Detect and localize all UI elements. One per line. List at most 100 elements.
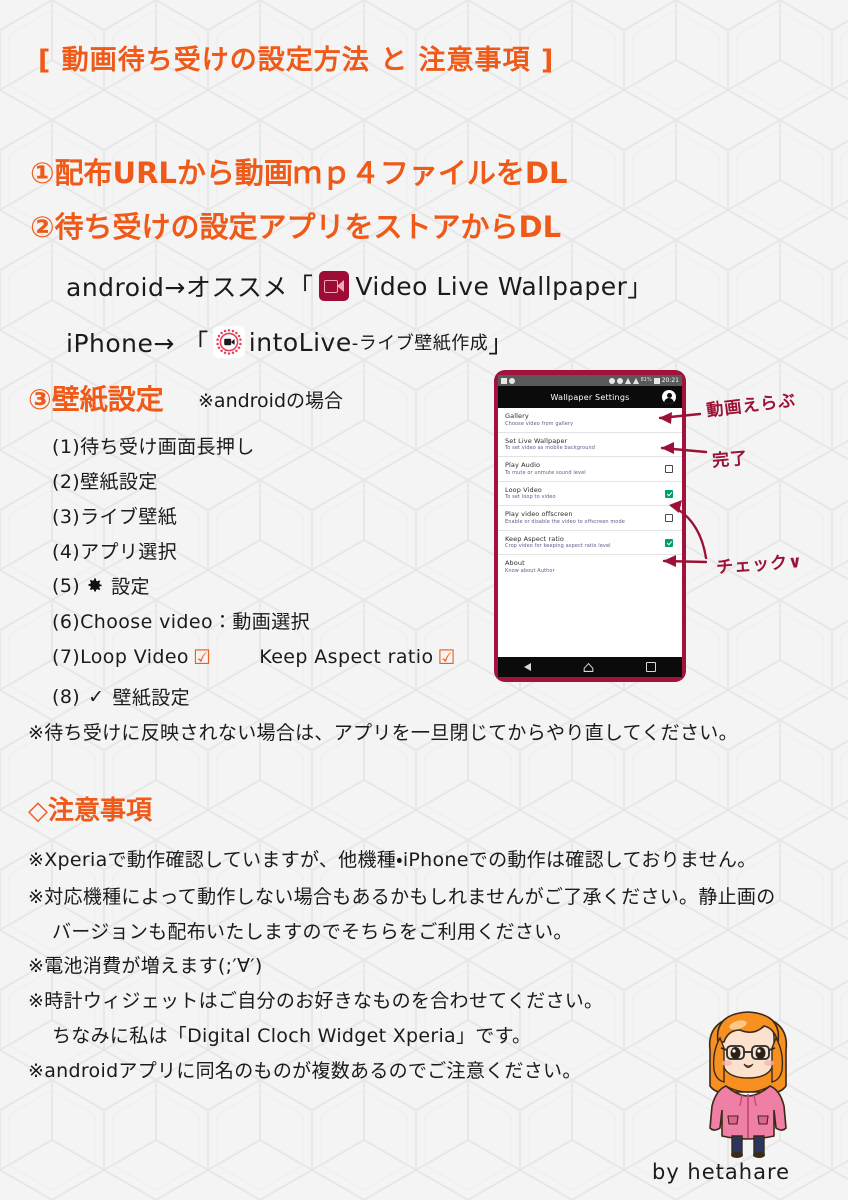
caution-line-3: バージョンも配布いたしますのでそちらをご利用ください。 [52,921,573,943]
iphone-app-name: intoLive [248,327,352,357]
setting-subtitle: Enable or disable the video to offscreen… [505,518,625,525]
phone-app-bar: Wallpaper Settings [498,386,682,408]
brightness-icon [608,377,615,384]
iphone-suffix-label: 」 [488,329,514,358]
setting-title: Play Audio [505,461,541,470]
back-icon[interactable] [524,663,531,671]
step-2-download-app: ②待ち受けの設定アプリをストアからDL [30,210,562,244]
loop-video-checkbox[interactable] [665,489,673,498]
setting-title: Gallery [505,412,529,420]
substep-7-keep-aspect-label: Keep Aspect ratio [259,646,434,668]
wifi-icon [624,377,631,384]
poster-canvas: [ 動画待ち受けの設定方法 と 注意事項 ] ①配布URLから動画ｍｐ４ファイル… [0,0,848,1200]
substep-8-label: 壁紙設定 [112,687,191,709]
substep-7-loop-video-label: (7)Loop Video [52,646,189,668]
setting-text: About Know about Author [505,559,675,575]
author-signature: by hetahare [652,1160,791,1184]
setting-subtitle: Crop video for keeping aspect ratio leve… [505,543,611,550]
substep-8: (8) ✓ 壁紙設定 [52,683,190,710]
substep-5-label: 設定 [111,576,150,598]
iphone-app-name-sub: -ライブ壁紙作成 [351,333,489,354]
wallpaper-settings-list: Gallery Choose video from gallery Set Li… [498,408,682,657]
substep-8-prefix: (8) [52,685,81,708]
account-avatar-icon[interactable] [662,390,676,404]
setting-text: Play video offscreen Enable or disable t… [505,510,665,526]
chibi-girl-illustration [708,1011,788,1158]
setting-title: Loop Video [505,485,542,494]
iphone-prefix-label: iPhone→ 「 [66,329,209,358]
substep-7: (7)Loop Video ☑ Keep Aspect ratio ☑ [52,645,460,669]
caution-heading: ◇注意事項 [28,796,152,826]
android-suffix-label: 」 [627,273,653,302]
setting-title: Set Live Wallpaper [505,436,568,445]
setting-text: Gallery Choose video from gallery [505,412,675,428]
avatar-head [666,392,672,398]
iphone-app-recommendation: iPhone→ 「 intoLive -ライブ壁紙作成 」 [66,324,514,360]
setting-text: Loop Video To set loop to video [505,486,665,502]
substep-2-label: (2)壁紙設定 [52,471,158,493]
substep-5: (5) 設定 [52,572,150,599]
setting-subtitle: To set loop to video [505,494,556,501]
gear-icon [85,576,104,595]
android-app-recommendation: android→オススメ「 Video Live Wallpaper 」 [66,268,653,304]
annotation-check: チェック∨ [715,551,804,578]
keep-aspect-ratio-checkbox[interactable] [665,538,673,547]
check-mark-glyph: ✓ [88,685,105,708]
android-prefix-label: android→オススメ「 [66,273,314,302]
setting-row-play-video-offscreen[interactable]: Play video offscreen Enable or disable t… [498,506,682,531]
home-icon[interactable] [583,658,594,677]
setting-subtitle: Know about Author [505,567,555,574]
setting-row-loop-video[interactable]: Loop Video To set loop to video [498,482,682,507]
setting-title: Keep Aspect ratio [505,534,564,543]
setting-row-keep-aspect-ratio[interactable]: Keep Aspect ratio Crop video for keeping… [498,531,682,556]
play-audio-checkbox[interactable] [665,465,673,474]
page-title: [ 動画待ち受けの設定方法 と 注意事項 ] [38,45,555,76]
status-bar-clock: 20:21 [661,376,679,384]
reflect-note: ※待ち受けに反映されない場合は、アプリを一旦閉じてからやり直してください。 [28,722,738,744]
substep-6-label: (6)Choose video：動画選択 [52,611,310,633]
substep-4-label: (4)アプリ選択 [52,541,178,563]
phone-status-bar: 81% 20:21 [498,375,682,386]
sync-icon [509,377,515,384]
setting-row-set-live-wallpaper[interactable]: Set Live Wallpaper To set video as mobil… [498,433,682,458]
intolive-icon [212,326,245,358]
caution-line-6: ちなみに私は「Digital Cloch Widget Xperia」です。 [52,1025,532,1047]
substep-1: (1)待ち受け画面長押し [52,432,255,459]
setting-row-gallery[interactable]: Gallery Choose video from gallery [498,408,682,433]
phone-nav-bar [498,657,682,677]
substep-4: (4)アプリ選択 [52,537,177,564]
keep-aspect-checkbox-glyph: ☑ [437,645,456,669]
setting-subtitle: To mute or unmute sound level [505,469,586,476]
android-app-name: Video Live Wallpaper [355,271,628,301]
avatar-body [664,398,674,404]
setting-title: Play video offscreen [505,510,573,519]
setting-row-about[interactable]: About Know about Author [498,555,682,579]
annotation-done: 完了 [711,448,750,472]
setting-title: About [505,559,525,568]
status-bar-right-icons: 81% 20:21 [608,376,679,384]
step-1-download-video: ①配布URLから動画ｍｐ４ファイルをDL [30,156,568,190]
app-bar-title: Wallpaper Settings [550,392,630,402]
setting-text: Set Live Wallpaper To set video as mobil… [505,437,675,453]
substep-6: (6)Choose video：動画選択 [52,607,310,634]
recents-icon[interactable] [646,662,656,672]
setting-text: Keep Aspect ratio Crop video for keeping… [505,535,665,551]
caution-line-4: ※電池消費が増えます(;′∀′) [28,955,263,977]
caution-line-1: ※Xperiaで動作確認していますが、他機種・iPhoneでの動作は確認しており… [28,849,757,871]
caution-line-5: ※時計ウィジェットはご自分のお好きなものを合わせてください。 [28,990,604,1012]
substep-3: (3)ライブ壁紙 [52,502,177,529]
video-live-wallpaper-icon [319,271,350,301]
signal-icon [632,377,639,384]
image-icon [501,377,507,384]
loop-video-checkbox-glyph: ☑ [192,645,212,669]
battery-icon [653,377,660,384]
alarm-icon [616,377,623,384]
phone-mockup: 81% 20:21 Wallpaper Settings Gallery Cho… [494,370,686,682]
play-video-offscreen-checkbox[interactable] [665,514,673,523]
substep-1-label: (1)待ち受け画面長押し [52,436,255,458]
status-bar-left-icons [501,377,515,384]
phone-screen: 81% 20:21 Wallpaper Settings Gallery Cho… [498,375,682,677]
step-3-android-note: ※androidの場合 [198,390,344,412]
setting-row-play-audio[interactable]: Play Audio To mute or unmute sound level [498,457,682,482]
substep-5-prefix: (5) [52,574,81,597]
